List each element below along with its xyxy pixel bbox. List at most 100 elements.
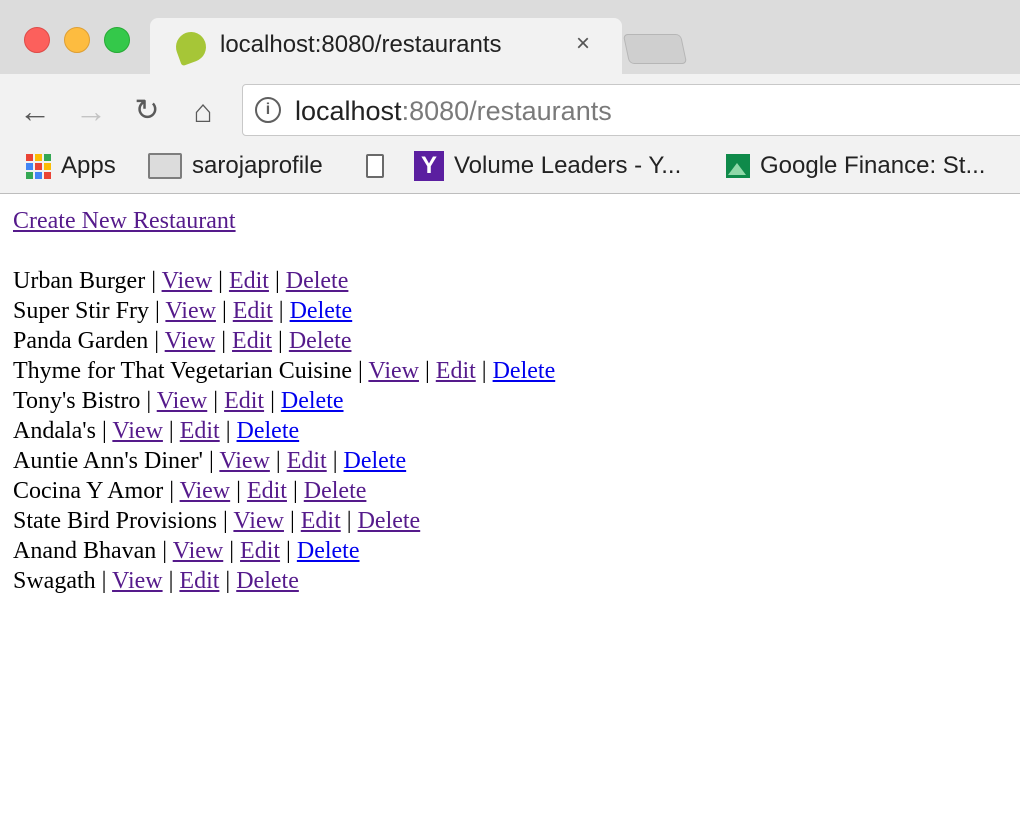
restaurant-name: Panda Garden xyxy=(13,328,149,354)
restaurant-name: Anand Bhavan xyxy=(13,538,157,564)
separator: | xyxy=(481,358,487,384)
separator: | xyxy=(275,448,281,474)
back-icon[interactable]: ← xyxy=(16,92,54,130)
separator: | xyxy=(223,508,228,534)
restaurant-row: Cocina Y Amor | View | Edit | Delete xyxy=(13,476,555,506)
separator: | xyxy=(346,508,352,534)
restaurant-name: Thyme for That Vegetarian Cuisine xyxy=(13,358,353,384)
separator: | xyxy=(225,418,231,444)
reload-icon[interactable]: ↻ xyxy=(128,92,166,130)
separator: | xyxy=(154,328,160,354)
separator: | xyxy=(274,268,280,294)
tab-title: localhost:8080/restaurants xyxy=(220,31,502,58)
delete-link[interactable]: Delete xyxy=(290,298,353,324)
delete-link[interactable]: Delete xyxy=(297,538,360,564)
separator: | xyxy=(229,538,235,564)
separator: | xyxy=(168,418,174,444)
delete-link[interactable]: Delete xyxy=(289,328,352,354)
bookmark-volume-leaders[interactable]: Y Volume Leaders - Y... xyxy=(414,150,681,182)
edit-link[interactable]: Edit xyxy=(436,358,476,384)
edit-link[interactable]: Edit xyxy=(233,298,273,324)
bookmark-page[interactable] xyxy=(366,150,384,182)
separator: | xyxy=(358,358,363,384)
url-path: :8080/restaurants xyxy=(401,96,612,126)
create-row: Create New Restaurant xyxy=(13,206,555,236)
bookmark-label: Google Finance: St... xyxy=(760,152,986,179)
edit-link[interactable]: Edit xyxy=(180,418,220,444)
view-link[interactable]: View xyxy=(112,418,163,444)
close-icon[interactable]: × xyxy=(576,30,590,58)
home-icon[interactable]: ⌂ xyxy=(184,92,222,130)
restaurant-row: Thyme for That Vegetarian Cuisine | View… xyxy=(13,356,555,386)
chrome-divider xyxy=(0,193,1020,194)
restaurant-name: Cocina Y Amor xyxy=(13,478,164,504)
forward-icon[interactable]: → xyxy=(72,92,110,130)
view-link[interactable]: View xyxy=(233,508,284,534)
restaurant-name: Tony's Bistro xyxy=(13,388,141,414)
restaurant-row: Anand Bhavan | View | Edit | Delete xyxy=(13,536,555,566)
separator: | xyxy=(332,448,338,474)
folder-icon xyxy=(148,153,182,179)
view-link[interactable]: View xyxy=(165,328,216,354)
edit-link[interactable]: Edit xyxy=(287,448,327,474)
page-content: Create New Restaurant Urban Burger | Vie… xyxy=(13,206,555,596)
delete-link[interactable]: Delete xyxy=(236,568,299,594)
view-link[interactable]: View xyxy=(162,268,213,294)
new-tab-button[interactable] xyxy=(622,34,688,64)
edit-link[interactable]: Edit xyxy=(240,538,280,564)
edit-link[interactable]: Edit xyxy=(229,268,269,294)
restaurant-row: Andala's | View | Edit | Delete xyxy=(13,416,555,446)
yahoo-icon: Y xyxy=(414,151,444,181)
restaurant-name: State Bird Provisions xyxy=(13,508,218,534)
view-link[interactable]: View xyxy=(112,568,163,594)
bookmark-apps[interactable]: Apps xyxy=(26,150,116,182)
url-text[interactable]: localhost:8080/restaurants xyxy=(295,96,612,127)
edit-link[interactable]: Edit xyxy=(232,328,272,354)
view-link[interactable]: View xyxy=(173,538,224,564)
separator: | xyxy=(289,508,295,534)
edit-link[interactable]: Edit xyxy=(224,388,264,414)
delete-link[interactable]: Delete xyxy=(493,358,556,384)
restaurant-row: State Bird Provisions | View | Edit | De… xyxy=(13,506,555,536)
view-link[interactable]: View xyxy=(180,478,231,504)
separator: | xyxy=(101,418,107,444)
separator: | xyxy=(101,568,107,594)
window-minimize-button[interactable] xyxy=(64,27,90,53)
delete-link[interactable]: Delete xyxy=(286,268,349,294)
view-link[interactable]: View xyxy=(368,358,419,384)
separator: | xyxy=(146,388,152,414)
restaurant-list: Urban Burger | View | Edit | Delete Supe… xyxy=(13,266,555,596)
delete-link[interactable]: Delete xyxy=(358,508,421,534)
delete-link[interactable]: Delete xyxy=(237,418,300,444)
delete-link[interactable]: Delete xyxy=(304,478,367,504)
view-link[interactable]: View xyxy=(165,298,216,324)
browser-chrome: localhost:8080/restaurants × ← → ↻ ⌂ i l… xyxy=(0,0,1020,194)
url-host: localhost xyxy=(295,96,402,126)
address-bar[interactable]: i localhost:8080/restaurants xyxy=(242,84,1020,136)
delete-link[interactable]: Delete xyxy=(344,448,407,474)
bookmark-google-finance[interactable]: Google Finance: St... xyxy=(726,150,985,182)
edit-link[interactable]: Edit xyxy=(301,508,341,534)
window-close-button[interactable] xyxy=(24,27,50,53)
restaurant-name: Auntie Ann's Diner' xyxy=(13,448,203,474)
bookmark-label: Apps xyxy=(61,152,116,179)
separator: | xyxy=(424,358,430,384)
separator: | xyxy=(278,298,284,324)
bookmarks-bar: Apps sarojaprofile Y Volume Leaders - Y.… xyxy=(0,144,1020,188)
restaurant-name: Andala's xyxy=(13,418,96,444)
restaurant-row: Swagath | View | Edit | Delete xyxy=(13,566,555,596)
window-maximize-button[interactable] xyxy=(104,27,130,53)
info-icon[interactable]: i xyxy=(255,97,281,123)
view-link[interactable]: View xyxy=(157,388,208,414)
bookmark-sarojaprofile[interactable]: sarojaprofile xyxy=(148,150,323,182)
view-link[interactable]: View xyxy=(219,448,270,474)
create-restaurant-link[interactable]: Create New Restaurant xyxy=(13,208,236,234)
delete-link[interactable]: Delete xyxy=(281,388,344,414)
edit-link[interactable]: Edit xyxy=(179,568,219,594)
separator: | xyxy=(221,298,227,324)
edit-link[interactable]: Edit xyxy=(247,478,287,504)
separator: | xyxy=(162,538,168,564)
tab-restaurants[interactable]: localhost:8080/restaurants × xyxy=(150,18,622,74)
separator: | xyxy=(208,448,214,474)
